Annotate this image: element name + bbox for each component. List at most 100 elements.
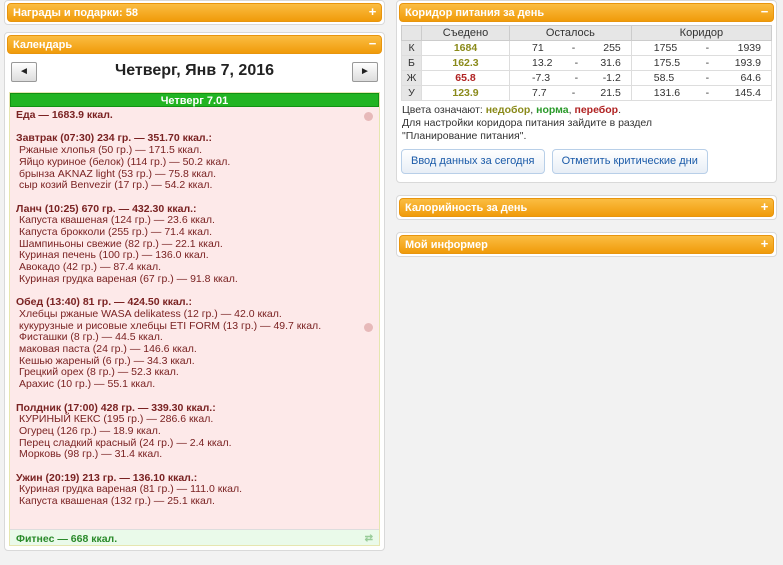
corridor-buttons: Ввод данных за сегодня Отметить критичес… <box>401 149 772 177</box>
food-item[interactable]: Огурец (126 гр.) — 18.9 ккал. <box>16 425 379 438</box>
corridor-eaten-value: 162.3 <box>421 55 510 71</box>
corridor-table: Съедено Осталось Коридор К 1684 71 - 255 1755… <box>401 25 773 101</box>
legend-under: недобор <box>485 104 531 116</box>
calories-title: Калорийность за день <box>405 202 528 214</box>
corridor-remaining-range: -7.3 - -1.2 <box>509 70 632 86</box>
corridor-range: 58.5 - 64.6 <box>630 70 773 86</box>
food-item[interactable]: Арахис (10 гр.) — 55.1 ккал. <box>16 378 379 391</box>
food-item[interactable]: маковая паста (24 гр.) — 146.6 ккал. <box>16 343 379 356</box>
corridor-row: Б 162.3 13.2 - 31.6 175.5 - 193.9 <box>401 55 773 71</box>
range-min: 58.5 <box>653 72 675 84</box>
expand-icon[interactable]: + <box>759 237 770 250</box>
legend-over: перебор <box>574 104 619 116</box>
corridor-eaten-value: 123.9 <box>421 85 510 101</box>
awards-panel: Награды и подарки: 58 + <box>4 0 385 25</box>
range-dash: - <box>574 57 579 69</box>
informer-title: Мой информер <box>405 239 488 251</box>
legend-sep: , <box>530 104 534 116</box>
informer-header[interactable]: Мой информер + <box>399 235 774 254</box>
range-min: -7.3 <box>532 72 551 84</box>
corridor-col-remaining: Осталось <box>509 25 632 41</box>
day-box: Четверг 7.01 Еда — 1683.9 ккал. Завтрак … <box>9 92 380 546</box>
range-max: -1.2 <box>602 72 621 84</box>
expand-icon[interactable]: + <box>367 5 378 18</box>
enter-today-button[interactable]: Ввод данных за сегодня <box>401 149 545 174</box>
range-dash: - <box>571 42 576 54</box>
collapse-icon[interactable]: − <box>759 5 770 18</box>
calories-header[interactable]: Калорийность за день + <box>399 198 774 217</box>
legend-sep: , <box>568 104 572 116</box>
range-max: 145.4 <box>734 87 761 99</box>
calendar-header[interactable]: Календарь − <box>7 35 382 54</box>
corridor-col-empty <box>401 25 422 41</box>
expand-icon[interactable]: + <box>759 200 770 213</box>
legend-norm: норма <box>536 104 569 116</box>
corridor-col-corridor: Коридор <box>630 25 773 41</box>
food-item[interactable]: Морковь (98 гр.) — 31.4 ккал. <box>16 449 379 461</box>
food-item[interactable]: сыр козий Benvezir (17 гр.) — 54.2 ккал. <box>16 179 379 192</box>
corridor-title: Коридор питания за день <box>405 7 545 19</box>
legend-prefix: Цвета означают: <box>402 104 483 116</box>
calendar-panel: Календарь − ◄ Четверг, Янв 7, 2016 ► Чет… <box>4 32 385 551</box>
legend-end: . <box>618 104 622 116</box>
range-min: 13.2 <box>532 57 553 69</box>
day-header[interactable]: Четверг 7.01 <box>10 93 379 107</box>
range-min: 1755 <box>653 42 678 54</box>
corridor-range: 175.5 - 193.9 <box>630 55 773 71</box>
corridor-row: К 1684 71 - 255 1755 - 1939 <box>401 40 773 56</box>
corridor-note-line2: "Планирование питания". <box>402 130 527 142</box>
range-dash: - <box>571 87 576 99</box>
corridor-header[interactable]: Коридор питания за день − <box>399 3 774 22</box>
corridor-note-line1: Для настройки коридора питания зайдите в… <box>402 117 652 129</box>
corridor-eaten-value: 65.8 <box>421 70 510 86</box>
corridor-range: 131.6 - 145.4 <box>630 85 773 101</box>
corridor-legend: Цвета означают: недобор, норма, перебор.… <box>402 104 772 143</box>
next-day-button[interactable]: ► <box>352 62 378 82</box>
range-dash: - <box>705 42 710 54</box>
awards-title: Награды и подарки: 58 <box>13 7 138 19</box>
calendar-date: Четверг, Янв 7, 2016 <box>114 62 275 79</box>
informer-panel: Мой информер + <box>396 232 777 257</box>
calendar-nav: ◄ Четверг, Янв 7, 2016 ► <box>5 58 384 88</box>
refresh-icon[interactable]: ⇄ <box>365 533 373 544</box>
calories-panel: Калорийность за день + <box>396 195 777 220</box>
range-max: 31.6 <box>600 57 621 69</box>
fitness-row[interactable]: Фитнес — 668 ккал. ⇄ <box>10 529 379 545</box>
range-max: 64.6 <box>740 72 761 84</box>
corridor-remaining-range: 71 - 255 <box>509 40 632 56</box>
collapse-icon[interactable]: − <box>367 37 378 50</box>
pin-icon[interactable] <box>364 112 373 121</box>
corridor-range: 1755 - 1939 <box>630 40 773 56</box>
range-max: 255 <box>603 42 621 54</box>
food-item[interactable]: Капуста брокколи (255 гр.) — 71.4 ккал. <box>16 226 379 239</box>
range-dash: - <box>705 87 710 99</box>
mark-critical-days-button[interactable]: Отметить критические дни <box>551 149 708 174</box>
food-item[interactable]: Яйцо куриное (белок) (114 гр.) — 50.2 кк… <box>16 156 379 169</box>
food-item[interactable]: Хлебцы ржаные WASA delikatess (12 гр.) —… <box>16 308 379 321</box>
food-item[interactable]: Куриная грудка вареная (67 гр.) — 91.8 к… <box>16 273 379 286</box>
range-min: 7.7 <box>532 87 547 99</box>
range-min: 175.5 <box>653 57 681 69</box>
awards-header[interactable]: Награды и подарки: 58 + <box>7 3 382 22</box>
corridor-row-label: Ж <box>401 70 422 86</box>
corridor-panel: Коридор питания за день − Съедено Остало… <box>396 0 777 183</box>
range-dash: - <box>574 72 579 84</box>
range-max: 1939 <box>737 42 761 54</box>
range-dash: - <box>705 72 710 84</box>
corridor-row: Ж 65.8 -7.3 - -1.2 58.5 - 64.6 <box>401 70 773 86</box>
range-max: 193.9 <box>734 57 761 69</box>
range-dash: - <box>705 57 710 69</box>
corridor-row-label: Б <box>401 55 422 71</box>
calendar-title: Календарь <box>13 39 73 51</box>
corridor-row: У 123.9 7.7 - 21.5 131.6 - 145.4 <box>401 85 773 101</box>
corridor-row-label: У <box>401 85 422 101</box>
corridor-eaten-value: 1684 <box>421 40 510 56</box>
food-item[interactable]: Капуста квашеная (132 гр.) — 25.1 ккал. <box>16 495 379 508</box>
fitness-total: Фитнес — 668 ккал. <box>16 533 118 545</box>
corridor-col-eaten: Съедено <box>421 25 510 41</box>
range-max: 21.5 <box>600 87 621 99</box>
corridor-remaining-range: 7.7 - 21.5 <box>509 85 632 101</box>
pin-icon[interactable] <box>364 323 373 332</box>
corridor-row-label: К <box>401 40 422 56</box>
range-min: 71 <box>532 42 544 54</box>
